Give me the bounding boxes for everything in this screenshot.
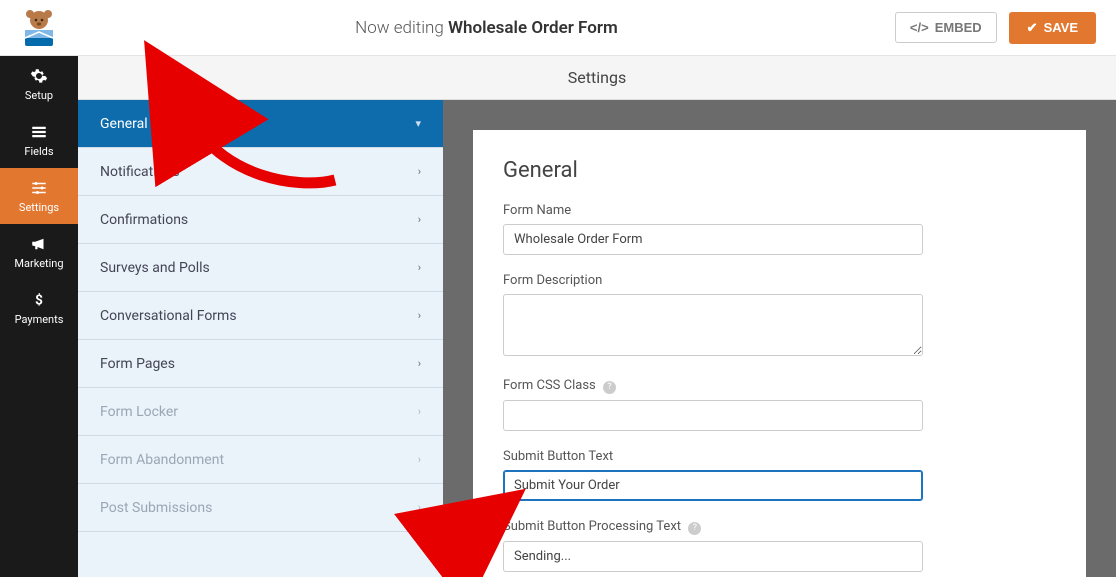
chevron-right-icon: › <box>418 405 421 418</box>
panel-label: Form Abandonment <box>100 452 224 468</box>
code-icon: </> <box>910 20 929 35</box>
sidenav-label: Settings <box>19 201 59 214</box>
main-layout: Setup Fields Settings Marketing $ Paymen… <box>0 56 1116 577</box>
topbar: Now editing Wholesale Order Form </> EMB… <box>0 0 1116 56</box>
processing-text-input[interactable] <box>503 541 923 572</box>
list-icon <box>30 123 48 141</box>
submit-text-label: Submit Button Text <box>503 449 1056 464</box>
chevron-right-icon: › <box>418 165 421 178</box>
megaphone-icon <box>30 235 48 253</box>
sidenav-fields[interactable]: Fields <box>0 112 78 168</box>
settings-header: Settings <box>78 56 1116 100</box>
settings-panel-list: General ▾ Notifications › Confirmations … <box>78 100 443 577</box>
panel-confirmations[interactable]: Confirmations › <box>78 196 443 244</box>
sidenav-setup[interactable]: Setup <box>0 56 78 112</box>
save-button-label: SAVE <box>1044 20 1078 35</box>
check-icon: ✔ <box>1027 20 1038 36</box>
panel-surveys[interactable]: Surveys and Polls › <box>78 244 443 292</box>
panel-label: Post Submissions <box>100 500 212 516</box>
field-form-name: Form Name <box>503 203 1056 255</box>
page-title: Now editing Wholesale Order Form <box>78 18 895 38</box>
submit-text-input[interactable] <box>503 470 923 501</box>
panel-form-pages[interactable]: Form Pages › <box>78 340 443 388</box>
form-css-input[interactable] <box>503 400 923 431</box>
panel-form-locker: Form Locker › <box>78 388 443 436</box>
settings-body: General ▾ Notifications › Confirmations … <box>78 100 1116 577</box>
chevron-right-icon: › <box>418 213 421 226</box>
field-form-description: Form Description <box>503 273 1056 360</box>
panel-label: Confirmations <box>100 212 188 228</box>
top-actions: </> EMBED ✔ SAVE <box>895 12 1116 44</box>
chevron-right-icon: › <box>418 309 421 322</box>
sidenav-label: Setup <box>25 89 53 102</box>
chevron-right-icon: › <box>418 453 421 466</box>
sidenav-label: Fields <box>24 145 53 158</box>
editing-prefix: Now editing <box>355 18 444 38</box>
help-icon[interactable]: ? <box>688 522 701 535</box>
panel-label: General <box>100 116 148 132</box>
form-card: General Form Name Form Description Form … <box>473 130 1086 577</box>
form-heading: General <box>503 158 1056 183</box>
sidenav-label: Marketing <box>14 257 63 270</box>
chevron-right-icon: › <box>418 501 421 514</box>
form-description-input[interactable] <box>503 294 923 356</box>
field-submit-text: Submit Button Text <box>503 449 1056 501</box>
sidenav-label: Payments <box>15 313 64 326</box>
sliders-icon <box>30 179 48 197</box>
chevron-down-icon: ▾ <box>415 117 421 130</box>
sidenav-settings[interactable]: Settings <box>0 168 78 224</box>
help-icon[interactable]: ? <box>603 381 616 394</box>
sidenav-payments[interactable]: $ Payments <box>0 280 78 336</box>
processing-text-label: Submit Button Processing Text ? <box>503 519 1056 535</box>
field-processing-text: Submit Button Processing Text ? <box>503 519 1056 572</box>
chevron-right-icon: › <box>418 261 421 274</box>
processing-text-label-text: Submit Button Processing Text <box>503 519 681 534</box>
form-css-label: Form CSS Class ? <box>503 378 1056 394</box>
panel-label: Conversational Forms <box>100 308 237 324</box>
panel-form-abandonment: Form Abandonment › <box>78 436 443 484</box>
panel-label: Form Pages <box>100 356 175 372</box>
form-area: General Form Name Form Description Form … <box>443 100 1116 577</box>
form-name-input[interactable] <box>503 224 923 255</box>
app-logo <box>0 0 78 56</box>
panel-conversational[interactable]: Conversational Forms › <box>78 292 443 340</box>
chevron-right-icon: › <box>418 357 421 370</box>
embed-button-label: EMBED <box>935 20 982 35</box>
panel-label: Surveys and Polls <box>100 260 210 276</box>
dollar-icon: $ <box>30 291 48 309</box>
form-name-label: Form Name <box>503 203 1056 218</box>
panel-post-submissions: Post Submissions › <box>78 484 443 532</box>
form-description-label: Form Description <box>503 273 1056 288</box>
sidenav-marketing[interactable]: Marketing <box>0 224 78 280</box>
form-css-label-text: Form CSS Class <box>503 378 596 393</box>
gear-icon <box>30 67 48 85</box>
panel-label: Notifications <box>100 164 180 180</box>
settings-title: Settings <box>568 68 626 87</box>
svg-text:$: $ <box>35 292 43 308</box>
embed-button[interactable]: </> EMBED <box>895 12 997 43</box>
right-column: Settings General ▾ Notifications › Confi… <box>78 56 1116 577</box>
sidenav: Setup Fields Settings Marketing $ Paymen… <box>0 56 78 577</box>
save-button[interactable]: ✔ SAVE <box>1009 12 1096 44</box>
panel-label: Form Locker <box>100 404 178 420</box>
field-form-css-class: Form CSS Class ? <box>503 378 1056 431</box>
panel-notifications[interactable]: Notifications › <box>78 148 443 196</box>
panel-general[interactable]: General ▾ <box>78 100 443 148</box>
editing-form-name: Wholesale Order Form <box>448 18 618 38</box>
